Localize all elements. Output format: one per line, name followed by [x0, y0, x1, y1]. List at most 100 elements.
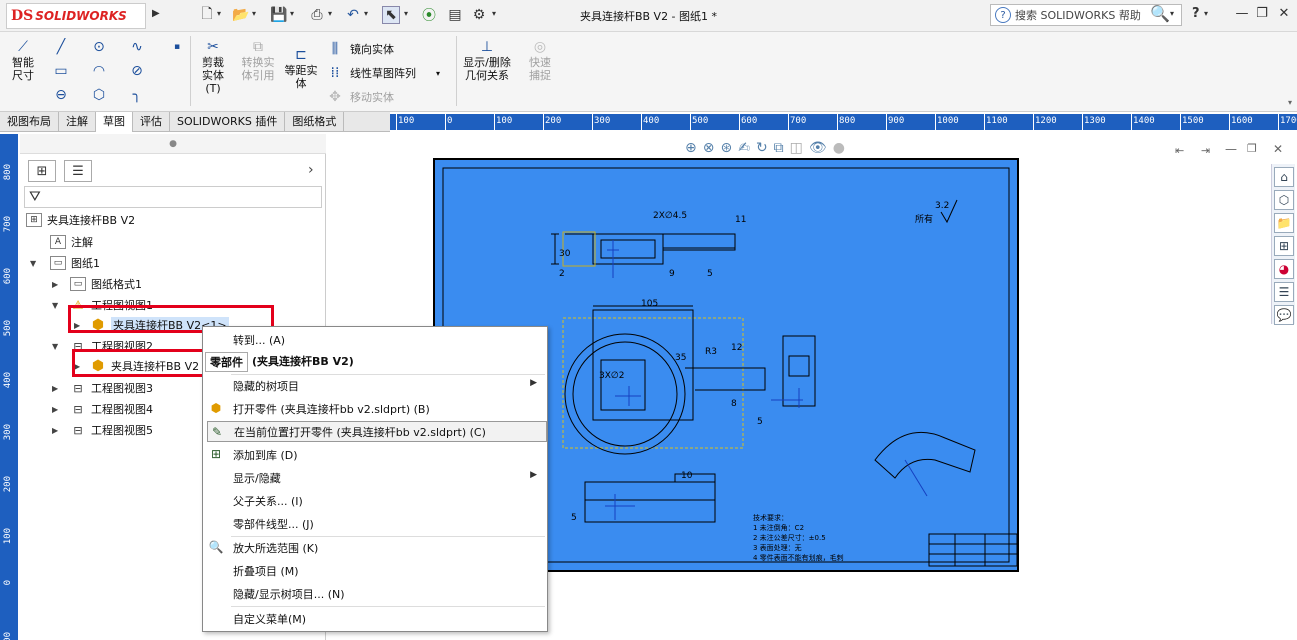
menu-item-customize-menu[interactable]: 自定义菜单(M) — [203, 608, 547, 629]
select-dropdown-icon[interactable]: ▾ — [404, 9, 408, 18]
open-dropdown-icon[interactable]: ▾ — [252, 9, 256, 18]
view-orientation-icon[interactable]: ⧉ — [774, 140, 784, 160]
appearances-icon[interactable]: ◕ — [1274, 259, 1294, 279]
search-dropdown-icon[interactable]: ▾ — [1170, 9, 1174, 18]
graphics-minimize-icon[interactable]: — — [1225, 142, 1237, 156]
menu-item-component-line-font[interactable]: 零部件线型... (J) — [203, 513, 547, 534]
menu-item-hide-show-tree-items[interactable]: 隐藏/显示树项目... (N) — [203, 583, 547, 604]
traffic-light-icon[interactable]: ⦿ — [420, 6, 438, 24]
solidworks-logo[interactable]: DS SOLIDWORKS — [6, 3, 146, 29]
zoom-in-out-icon[interactable]: ⊛ — [720, 140, 732, 160]
menu-item-parent-child[interactable]: 父子关系... (I) — [203, 490, 547, 511]
expand-arrow-icon[interactable]: ▶ — [52, 384, 64, 393]
tab-solidworks-addins[interactable]: SOLIDWORKS 插件 — [170, 112, 286, 132]
tree-item-sheet[interactable]: ▼ ▭ 图纸1 — [30, 255, 100, 271]
linear-pattern-button[interactable]: ⁞⁞ 线性草图阵列 ▾ — [326, 64, 440, 82]
hide-show-items-icon[interactable]: 👁 — [809, 140, 827, 160]
logo-menu-arrow-icon[interactable]: ▶ — [152, 8, 160, 19]
menu-item-hidden-tree-items[interactable]: 隐藏的树项目 ▶ — [203, 375, 547, 396]
tree-item-view5[interactable]: ▶ ⊟ 工程图视图5 — [52, 422, 153, 438]
menu-item-show-hide[interactable]: 显示/隐藏 ▶ — [203, 467, 547, 488]
convert-entities-button[interactable]: ⧉ 转换实体引用 — [238, 38, 278, 83]
trim-entities-button[interactable]: ✂ 剪裁实体(T) — [194, 38, 232, 96]
ellipse-icon[interactable]: ⊘ — [128, 62, 146, 80]
print-dropdown-icon[interactable]: ▾ — [328, 9, 332, 18]
new-dropdown-icon[interactable]: ▾ — [217, 9, 221, 18]
help-dropdown-icon[interactable]: ▾ — [1204, 9, 1208, 18]
point-icon[interactable]: ▪ — [168, 38, 186, 56]
quick-snaps-button[interactable]: ◎ 快速捕捉 — [520, 38, 560, 83]
polygon-icon[interactable]: ⬡ — [90, 86, 108, 104]
tree-root-drawing[interactable]: ⊞ 夹具连接杆BB V2 — [26, 212, 135, 228]
panel-expand-arrow-icon[interactable]: › — [308, 162, 314, 178]
property-manager-tab-icon[interactable]: ☰ — [64, 160, 92, 182]
command-manager-expand-icon[interactable]: ▾ — [1288, 98, 1292, 107]
menu-item-open-part[interactable]: ⬢ 打开零件 (夹具连接杆bb v2.sldprt) (B) — [203, 398, 547, 419]
expand-arrow-icon[interactable]: ▶ — [52, 405, 64, 414]
select-cursor-icon[interactable]: ⬉ — [382, 6, 400, 24]
open-folder-icon[interactable]: 📂 — [232, 6, 250, 24]
menu-item-goto[interactable]: 转到... (A) — [203, 329, 547, 350]
menu-item-add-to-library[interactable]: ⊞ 添加到库 (D) — [203, 444, 547, 465]
pan-icon[interactable]: ✍ — [738, 140, 750, 160]
smart-dimension-button[interactable]: ⟋ 智能尺寸 — [4, 38, 42, 83]
menu-item-zoom-to-selection[interactable]: 🔍 放大所选范围 (K) — [203, 537, 547, 558]
tree-item-view4[interactable]: ▶ ⊟ 工程图视图4 — [52, 401, 153, 417]
tab-sheet-format[interactable]: 图纸格式 — [285, 112, 345, 132]
panel-grip-icon[interactable]: ● — [20, 134, 326, 154]
offset-entities-button[interactable]: ⊏ 等距实体 — [282, 46, 320, 91]
save-dropdown-icon[interactable]: ▾ — [290, 9, 294, 18]
minimize-icon[interactable]: — — [1232, 6, 1252, 24]
help-button[interactable]: ? — [1192, 6, 1200, 21]
linear-pattern-dropdown-icon[interactable]: ▾ — [436, 69, 440, 78]
menu-item-collapse-items[interactable]: 折叠项目 (M) — [203, 560, 547, 581]
graphics-restore-icon[interactable]: ❐ — [1247, 142, 1257, 155]
circle-icon[interactable]: ⊙ — [90, 38, 108, 56]
graphics-close-icon[interactable]: ✕ — [1273, 142, 1283, 156]
tree-item-annotations[interactable]: A 注解 — [50, 234, 93, 250]
custom-properties-icon[interactable]: ☰ — [1274, 282, 1294, 302]
slot-icon[interactable]: ⊖ — [52, 86, 70, 104]
close-icon[interactable]: ✕ — [1274, 6, 1294, 24]
rectangle-icon[interactable]: ▭ — [52, 62, 70, 80]
zoom-area-icon[interactable]: ⊗ — [703, 140, 715, 160]
options-gear-icon[interactable]: ⚙ — [470, 6, 488, 24]
next-view-icon[interactable]: ⇥ — [1201, 144, 1210, 157]
save-icon[interactable]: 💾 — [270, 6, 288, 24]
collapse-arrow-icon[interactable]: ▼ — [30, 259, 42, 268]
spline-icon[interactable]: ∿ — [128, 38, 146, 56]
display-style-icon[interactable]: ◫ — [790, 140, 803, 160]
tab-sketch[interactable]: 草图 — [96, 112, 133, 132]
tree-item-sheet-format[interactable]: ▶ ▭ 图纸格式1 — [52, 276, 142, 292]
collapse-arrow-icon[interactable]: ▼ — [52, 301, 64, 310]
menu-item-open-part-in-position[interactable]: ✎ 在当前位置打开零件 (夹具连接杆bb v2.sldprt) (C) — [207, 421, 547, 442]
collapse-arrow-icon[interactable]: ▼ — [52, 342, 64, 351]
line-icon[interactable]: ╱ — [52, 38, 70, 56]
undo-icon[interactable]: ↶ — [344, 6, 362, 24]
expand-arrow-icon[interactable]: ▶ — [52, 426, 64, 435]
forum-icon[interactable]: 💬 — [1274, 305, 1294, 325]
undo-dropdown-icon[interactable]: ▾ — [364, 9, 368, 18]
prev-view-icon[interactable]: ⇤ — [1175, 144, 1184, 157]
file-explorer-icon[interactable]: ⊞ — [1274, 236, 1294, 256]
display-relations-button[interactable]: ⊥ 显示/删除几何关系 — [460, 38, 514, 83]
design-library-icon[interactable]: 📁 — [1274, 213, 1294, 233]
resources-icon[interactable]: ⬡ — [1274, 190, 1294, 210]
appearance-icon[interactable]: ● — [833, 140, 845, 160]
expand-arrow-icon[interactable]: ▶ — [52, 280, 64, 289]
fillet-icon[interactable]: ╮ — [128, 86, 146, 104]
tab-annotation[interactable]: 注解 — [59, 112, 96, 132]
restore-icon[interactable]: ❐ — [1252, 6, 1272, 24]
print-icon[interactable]: ⎙ — [308, 6, 326, 24]
rotate-icon[interactable]: ↻ — [756, 140, 768, 160]
arc-icon[interactable]: ◠ — [90, 62, 108, 80]
feature-manager-tab-icon[interactable]: ⊞ — [28, 160, 56, 182]
mirror-entities-button[interactable]: ⫼ 镜向实体 — [326, 40, 394, 58]
zoom-to-fit-icon[interactable]: ⊕ — [685, 140, 697, 160]
move-entities-button[interactable]: ✥ 移动实体 — [326, 88, 394, 106]
new-document-icon[interactable]: 🗋 — [198, 6, 216, 24]
tree-item-view3[interactable]: ▶ ⊟ 工程图视图3 — [52, 380, 153, 396]
search-icon[interactable]: 🔍 — [1150, 4, 1170, 23]
tab-evaluate[interactable]: 评估 — [133, 112, 170, 132]
tab-view-layout[interactable]: 视图布局 — [0, 112, 59, 132]
